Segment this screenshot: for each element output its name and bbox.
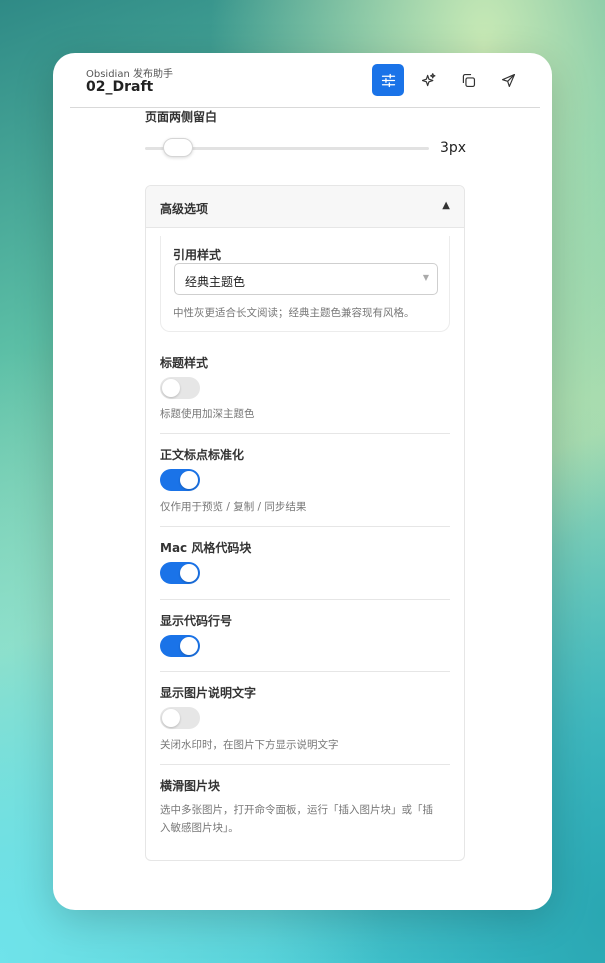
- advanced-options-header[interactable]: 高级选项 ▲: [146, 186, 464, 228]
- settings-icon: [381, 73, 395, 87]
- document-title: 02_Draft: [86, 79, 154, 95]
- option-label: Mac 风格代码块: [160, 541, 252, 555]
- option-label: 横滑图片块: [160, 779, 221, 793]
- option-label: 显示图片说明文字: [160, 686, 257, 700]
- option-punctuation: 正文标点标准化 仅作用于预览 / 复制 / 同步结果: [160, 446, 450, 513]
- image-caption-toggle[interactable]: [160, 707, 200, 729]
- option-hint: 入敏感图片块」。: [160, 822, 239, 834]
- divider: [160, 671, 450, 672]
- line-numbers-toggle[interactable]: [160, 635, 200, 657]
- heading-style-toggle[interactable]: [160, 377, 200, 399]
- quote-style-selected: 经典主题色: [185, 275, 246, 289]
- sparkle-icon: [421, 72, 435, 86]
- option-scroll-image-block: 横滑图片块 选中多张图片，打开命令面板，运行「插入图片块」或「插 入敏感图片块」…: [160, 777, 450, 834]
- send-icon: [501, 73, 515, 87]
- copy-button[interactable]: [452, 64, 484, 96]
- chevron-down-icon: ▼: [422, 273, 429, 282]
- margin-slider-thumb[interactable]: [163, 138, 193, 157]
- send-button[interactable]: [492, 64, 524, 96]
- option-label: 显示代码行号: [160, 614, 233, 628]
- header: Obsidian 发布助手 02_Draft: [70, 53, 540, 108]
- option-mac-code-block: Mac 风格代码块: [160, 539, 450, 584]
- advanced-options-panel: 高级选项 ▲ 引用样式 经典主题色 ▼ 中性灰更适合长文阅读；经典主题色兼容现有…: [145, 185, 465, 861]
- quote-style-hint: 中性灰更适合长文阅读；经典主题色兼容现有风格。: [173, 307, 415, 319]
- toggle-knob: [162, 379, 180, 397]
- option-label: 标题样式: [160, 356, 209, 370]
- advanced-options-title: 高级选项: [160, 202, 209, 216]
- ai-button[interactable]: [412, 64, 444, 96]
- settings-button[interactable]: [372, 64, 404, 96]
- option-hint: 标题使用加深主题色: [160, 408, 255, 420]
- toggle-knob: [180, 564, 198, 582]
- toggle-knob: [162, 709, 180, 727]
- toggle-knob: [180, 471, 198, 489]
- plugin-window: Obsidian 发布助手 02_Draft 页面两侧留白 3px 高级选项 ▲…: [53, 53, 552, 910]
- option-label: 正文标点标准化: [160, 448, 245, 462]
- chevron-up-icon: ▲: [442, 200, 450, 211]
- mac-code-block-toggle[interactable]: [160, 562, 200, 584]
- app-name: Obsidian 发布助手: [86, 69, 173, 80]
- divider: [160, 526, 450, 527]
- option-hint: 关闭水印时，在图片下方显示说明文字: [160, 739, 339, 751]
- option-hint: 仅作用于预览 / 复制 / 同步结果: [160, 501, 307, 513]
- divider: [160, 433, 450, 434]
- punctuation-toggle[interactable]: [160, 469, 200, 491]
- quote-style-section: 引用样式 经典主题色 ▼ 中性灰更适合长文阅读；经典主题色兼容现有风格。: [160, 236, 450, 332]
- toggle-knob: [180, 637, 198, 655]
- margin-value: 3px: [440, 140, 467, 156]
- copy-icon: [462, 73, 475, 87]
- option-heading-style: 标题样式 标题使用加深主题色: [160, 354, 450, 420]
- margin-label: 页面两侧留白: [145, 110, 218, 124]
- quote-style-select[interactable]: 经典主题色 ▼: [174, 263, 438, 295]
- divider: [160, 599, 450, 600]
- option-line-numbers: 显示代码行号: [160, 612, 450, 657]
- quote-style-label: 引用样式: [173, 248, 222, 262]
- option-hint: 选中多张图片，打开命令面板，运行「插入图片块」或「插: [160, 804, 433, 816]
- option-image-caption: 显示图片说明文字 关闭水印时，在图片下方显示说明文字: [160, 684, 450, 751]
- divider: [160, 764, 450, 765]
